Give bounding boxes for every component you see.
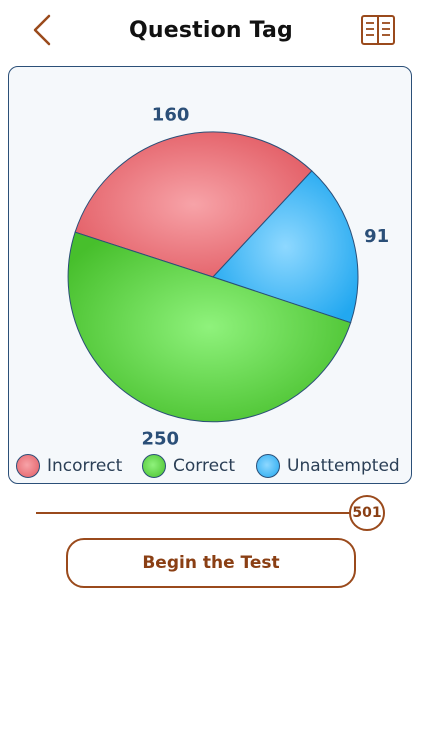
slider-track[interactable]	[36, 512, 356, 514]
book-button[interactable]	[356, 10, 400, 50]
chart-legend: Incorrect Correct Unattempted	[8, 452, 412, 484]
legend-swatch	[142, 454, 166, 478]
legend-swatch	[256, 454, 280, 478]
header: Question Tag	[0, 0, 422, 66]
begin-test-label: Begin the Test	[142, 553, 280, 573]
legend-label: Incorrect	[47, 456, 123, 476]
legend-item-incorrect: Incorrect	[16, 452, 122, 480]
legend-label: Correct	[173, 456, 236, 476]
question-count-slider[interactable]: 501	[36, 494, 388, 534]
slider-thumb[interactable]: 501	[349, 495, 385, 531]
begin-test-button[interactable]: Begin the Test	[66, 538, 356, 588]
pie-chart: 160 91 250	[67, 104, 389, 447]
data-label-unattempted: 91	[364, 226, 389, 247]
legend-item-correct: Correct	[142, 452, 235, 480]
legend-item-unattempted: Unattempted	[256, 452, 400, 480]
data-label-incorrect: 160	[152, 104, 190, 125]
open-book-icon	[361, 15, 395, 45]
data-label-correct: 250	[142, 429, 180, 447]
chart-card: 160 91 250	[8, 66, 412, 484]
legend-swatch	[16, 454, 40, 478]
legend-label: Unattempted	[287, 456, 400, 476]
